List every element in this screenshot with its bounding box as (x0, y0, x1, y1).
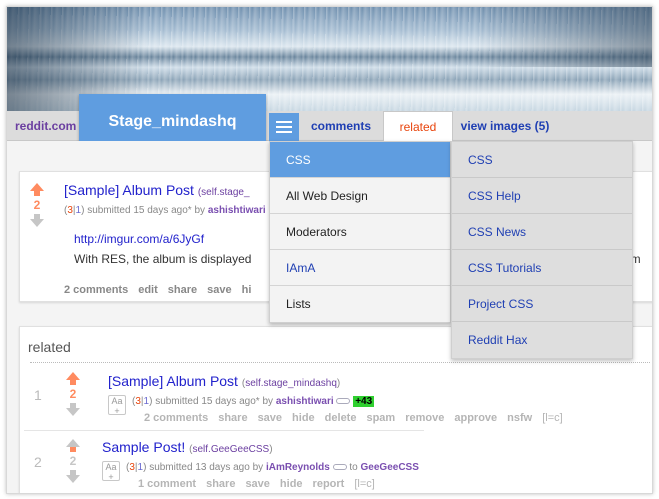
related-vote: 2 (66, 439, 80, 483)
related-save-link[interactable]: save (258, 412, 282, 424)
related-tagline: (3|1) submitted 13 days ago by iAmReynol… (126, 462, 419, 473)
menu-item-lists[interactable]: Lists (270, 286, 450, 322)
post-author[interactable]: ashishtiwari (208, 205, 266, 216)
post-save-link[interactable]: save (207, 284, 231, 296)
related-delete-link[interactable]: delete (325, 412, 357, 424)
upvote-arrow-icon[interactable] (66, 439, 80, 452)
menu-item-moderators[interactable]: Moderators (270, 214, 450, 250)
menu-item-css[interactable]: CSS (270, 142, 450, 178)
related-share-link[interactable]: share (206, 478, 235, 490)
tab-view-images[interactable]: view images (5) (457, 111, 553, 141)
post-hide-link[interactable]: hi (242, 284, 252, 296)
related-title-row: Sample Post! (self.GeeGeeCSS) (102, 439, 273, 455)
menu-item-iama[interactable]: IAmA (270, 250, 450, 286)
related-actions: 1 comment share save hide report [l=c] (138, 478, 375, 490)
related-score: 2 (69, 454, 77, 468)
reddit-home-link[interactable]: reddit.com (15, 119, 76, 133)
submenu-item-project-css[interactable]: Project CSS (452, 286, 632, 322)
tab-comments[interactable]: comments (303, 111, 379, 141)
post-domain: (self.stage_ (197, 187, 250, 198)
related-tagline: (3|1) submitted 15 days ago* by ashishti… (132, 396, 375, 407)
downvote-arrow-icon[interactable] (30, 214, 44, 227)
related-actions: 2 comments share save hide delete spam r… (144, 412, 563, 424)
user-tag-icon[interactable] (336, 398, 351, 405)
related-hide-link[interactable]: hide (292, 412, 315, 424)
downvote-arrow-icon[interactable] (66, 403, 80, 416)
related-rank: 1 (34, 387, 42, 403)
post-edit-link[interactable]: edit (138, 284, 158, 296)
submenu-item-css[interactable]: CSS (452, 142, 632, 178)
related-comments-link[interactable]: 2 comments (144, 412, 208, 424)
related-title-row: [Sample] Album Post (self.stage_mindashq… (108, 373, 341, 389)
user-tag-icon[interactable] (332, 464, 347, 471)
post-comments-link[interactable]: 2 comments (64, 284, 128, 296)
submenu-item-css-news[interactable]: CSS News (452, 214, 632, 250)
related-vote: 2 (66, 372, 80, 416)
related-remove-link[interactable]: remove (405, 412, 444, 424)
related-tag[interactable]: [l=c] (542, 412, 562, 424)
related-save-link[interactable]: save (245, 478, 269, 490)
related-author[interactable]: ashishtiwari (276, 396, 334, 407)
related-domain[interactable]: self.GeeGeeCSS (193, 444, 270, 455)
post-title[interactable]: [Sample] Album Post (64, 182, 194, 198)
submenu-item-reddit-hax[interactable]: Reddit Hax (452, 322, 632, 358)
related-subreddit-link[interactable]: GeeGeeCSS (361, 462, 419, 473)
menu-icon[interactable] (269, 113, 299, 141)
upvote-arrow-icon[interactable] (30, 183, 44, 196)
related-comments-link[interactable]: 1 comment (138, 478, 196, 490)
related-score: 2 (69, 387, 77, 401)
post-link[interactable]: http://imgur.com/a/6JyGf (74, 232, 204, 246)
karma-badge: +43 (353, 396, 375, 407)
post-score: 2 (33, 198, 41, 212)
post-title-row: [Sample] Album Post (self.stage_ (64, 182, 250, 198)
related-tag[interactable]: [l=c] (354, 478, 374, 490)
post-actions: 2 comments edit share save hi (64, 284, 251, 296)
upvote-arrow-icon[interactable] (66, 372, 80, 385)
post-vote: 2 (30, 183, 44, 227)
related-title[interactable]: Sample Post! (102, 439, 185, 455)
related-report-link[interactable]: report (313, 478, 345, 490)
flair-edit-icon[interactable]: Aa + (102, 461, 120, 482)
related-heading: related (28, 339, 71, 355)
related-title[interactable]: [Sample] Album Post (108, 373, 238, 389)
downvote-arrow-icon[interactable] (66, 470, 80, 483)
subreddit-menu-dropdown: CSS All Web Design Moderators IAmA Lists (269, 141, 451, 323)
flair-edit-icon[interactable]: Aa + (108, 395, 126, 416)
submenu-item-css-help[interactable]: CSS Help (452, 178, 632, 214)
related-approve-link[interactable]: approve (454, 412, 497, 424)
tab-related[interactable]: related (383, 111, 453, 142)
related-hide-link[interactable]: hide (280, 478, 303, 490)
submenu-item-css-tutorials[interactable]: CSS Tutorials (452, 250, 632, 286)
post-tagline: (3|1) submitted 15 days ago* by ashishti… (64, 205, 266, 216)
submenu-dropdown: CSS CSS Help CSS News CSS Tutorials Proj… (451, 141, 633, 359)
post-body: With RES, the album is displayed (74, 252, 252, 266)
menu-item-all-web-design[interactable]: All Web Design (270, 178, 450, 214)
related-share-link[interactable]: share (218, 412, 247, 424)
related-author[interactable]: iAmReynolds (266, 462, 330, 473)
related-domain[interactable]: self.stage_mindashq (245, 378, 337, 389)
related-spam-link[interactable]: spam (366, 412, 395, 424)
post-share-link[interactable]: share (168, 284, 197, 296)
browser-frame: reddit.com Stage_mindashq comments relat… (6, 6, 653, 494)
related-rank: 2 (34, 454, 42, 470)
related-nsfw-link[interactable]: nsfw (507, 412, 532, 424)
